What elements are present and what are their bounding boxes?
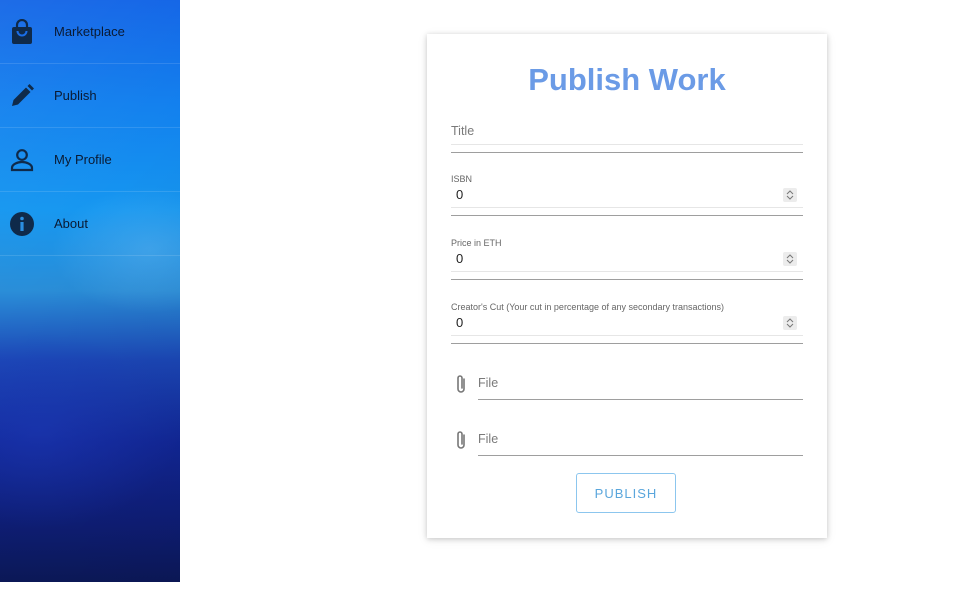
field-underline (451, 215, 803, 216)
sidebar-item-about[interactable]: About (0, 192, 180, 256)
field-divider (451, 271, 803, 272)
price-value: 0 (456, 251, 464, 266)
stepper-arrows-icon (786, 254, 794, 264)
field-divider (451, 335, 803, 336)
stepper-arrows-icon (786, 318, 794, 328)
sidebar-item-marketplace[interactable]: Marketplace (0, 0, 180, 64)
creators-cut-value: 0 (456, 315, 464, 330)
field-divider (451, 144, 803, 145)
paperclip-icon (457, 375, 465, 393)
sidebar-item-label: My Profile (54, 152, 112, 167)
sidebar: Marketplace Publish My Profile About (0, 0, 180, 582)
file-label: File (478, 432, 499, 446)
price-field[interactable]: Price in ETH 0 (451, 236, 803, 282)
sidebar-item-label: Marketplace (54, 24, 125, 39)
field-underline (451, 152, 803, 153)
title-placeholder: Title (451, 124, 475, 138)
person-icon (9, 147, 35, 173)
pencil-icon (9, 83, 35, 109)
publish-form-card: Publish Work Title ISBN 0 Price in ETH 0 (427, 34, 827, 538)
stepper-arrows-icon (786, 190, 794, 200)
paperclip-icon (457, 431, 465, 449)
page-title: Publish Work (528, 62, 726, 97)
price-label: Price in ETH (451, 238, 502, 248)
price-stepper[interactable] (783, 252, 797, 266)
field-underline (451, 279, 803, 280)
isbn-field[interactable]: ISBN 0 (451, 172, 803, 218)
file-underline (478, 455, 803, 456)
file-input-2[interactable]: File (451, 426, 803, 456)
title-field[interactable]: Title (451, 116, 803, 154)
file-label: File (478, 376, 499, 390)
file-input-1[interactable]: File (451, 370, 803, 400)
sidebar-item-my-profile[interactable]: My Profile (0, 128, 180, 192)
field-underline (451, 343, 803, 344)
isbn-value: 0 (456, 187, 464, 202)
creators-cut-stepper[interactable] (783, 316, 797, 330)
sidebar-item-publish[interactable]: Publish (0, 64, 180, 128)
sidebar-item-label: About (54, 216, 88, 231)
publish-button[interactable]: PUBLISH (576, 473, 676, 513)
creators-cut-field[interactable]: Creator's Cut (Your cut in percentage of… (451, 300, 803, 346)
isbn-label: ISBN (451, 174, 473, 184)
creators-cut-label: Creator's Cut (Your cut in percentage of… (451, 302, 725, 312)
isbn-stepper[interactable] (783, 188, 797, 202)
file-underline (478, 399, 803, 400)
sidebar-item-label: Publish (54, 88, 97, 103)
info-icon (9, 211, 35, 237)
shopping-bag-icon (9, 18, 35, 45)
field-divider (451, 207, 803, 208)
